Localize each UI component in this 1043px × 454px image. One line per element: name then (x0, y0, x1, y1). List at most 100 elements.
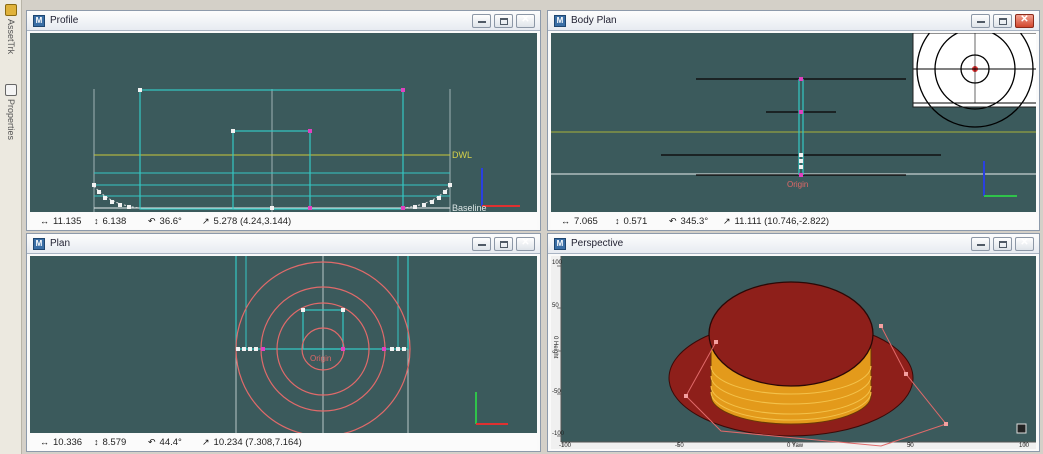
maximize-button[interactable] (993, 14, 1012, 28)
close-icon: ✕ (1020, 237, 1029, 248)
height-arrows-icon: ↕ (94, 216, 99, 226)
perspective-viewport[interactable]: 100 50 0 Height -50 -100 -100 -50 0 Yaw … (551, 256, 1036, 449)
status-angle: ↶ 44.4° (148, 437, 192, 448)
minimize-button[interactable] (971, 237, 990, 251)
status-angle-value: 36.6° (159, 215, 182, 227)
plan-window: M Plan ✕ Origin ↔ 10.336 ↕ 8.579 ↶ 44.4°… (26, 233, 541, 452)
window-app-icon: M (33, 15, 45, 27)
distance-diagonal-icon: ↗ (202, 215, 210, 226)
height-arrows-icon: ↕ (94, 437, 99, 447)
properties-icon (5, 84, 17, 96)
status-angle-value: 345.3° (680, 215, 709, 227)
status-distance: ↗ 5.278 (4.24,3.144) (202, 216, 291, 227)
close-button[interactable]: ✕ (1015, 14, 1034, 28)
status-distance-value: 5.278 (4.24,3.144) (213, 215, 292, 227)
status-angle-value: 44.4° (159, 436, 182, 448)
width-arrows-icon: ↔ (40, 216, 49, 226)
sidebar-tab-label: AssetTrk (6, 19, 16, 55)
distance-diagonal-icon: ↗ (202, 436, 210, 447)
ruler-bottom-tick: -100 (559, 443, 572, 449)
window-controls: ✕ (472, 237, 535, 251)
sidebar-tab-properties[interactable]: Properties (3, 84, 19, 140)
close-button[interactable]: ✕ (516, 237, 535, 251)
status-distance-value: 10.234 (7.308,7.164) (213, 436, 302, 448)
plan-viewport[interactable]: Origin (30, 256, 537, 433)
angle-rotate-icon: ↶ (669, 215, 677, 226)
status-width: ↔ 7.065 (561, 216, 605, 227)
dock-sidebar: AssetTrk Properties (0, 0, 22, 454)
status-width: ↔ 11.135 (40, 216, 84, 227)
status-angle: ↶ 36.6° (148, 216, 192, 227)
maximize-icon (500, 18, 508, 25)
body-plan-viewport[interactable]: Origin (551, 33, 1036, 212)
maximize-button[interactable] (494, 14, 513, 28)
ruler-bottom-tick: 0 Yaw (787, 443, 804, 449)
window-controls: ✕ (971, 237, 1034, 251)
ruler-bottom-tick: -50 (675, 443, 684, 449)
maximize-icon (999, 18, 1007, 25)
origin-label: Origin (310, 354, 332, 363)
status-height-value: 6.138 (102, 215, 127, 227)
plan-titlebar[interactable]: M Plan ✕ (27, 234, 540, 254)
profile-titlebar[interactable]: M Profile ✕ (27, 11, 540, 31)
window-title: Plan (50, 238, 71, 249)
close-button[interactable]: ✕ (516, 14, 535, 28)
distance-diagonal-icon: ↗ (723, 215, 731, 226)
angle-rotate-icon: ↶ (148, 436, 156, 447)
window-title: Profile (50, 15, 79, 26)
status-width-value: 10.336 (53, 436, 83, 448)
width-arrows-icon: ↔ (561, 216, 570, 226)
status-height-value: 8.579 (102, 436, 127, 448)
close-icon: ✕ (521, 237, 530, 248)
minimize-icon (977, 244, 985, 246)
ruler-bottom-tick: 50 (907, 443, 914, 449)
height-arrows-icon: ↕ (615, 216, 620, 226)
close-button[interactable]: ✕ (1015, 237, 1034, 251)
window-controls: ✕ (472, 14, 535, 28)
maximize-icon (500, 241, 508, 248)
ruler-left-tick: 0 Height (552, 336, 558, 359)
status-distance-value: 11.111 (10.746,-2.822) (734, 215, 830, 227)
maximize-button[interactable] (494, 237, 513, 251)
window-title: Perspective (571, 238, 624, 249)
width-arrows-icon: ↔ (40, 437, 49, 447)
baseline-label: Baseline (452, 203, 487, 212)
status-width-value: 7.065 (574, 215, 598, 227)
maximize-icon (999, 241, 1007, 248)
minimize-icon (478, 244, 486, 246)
asset-tracker-icon (5, 4, 17, 16)
dwl-label: DWL (452, 150, 472, 160)
window-app-icon: M (554, 238, 566, 250)
sidebar-tab-assettrk[interactable]: AssetTrk (3, 4, 19, 54)
origin-label: Origin (787, 180, 809, 189)
profile-geometry (92, 88, 520, 212)
status-width: ↔ 10.336 (40, 437, 84, 448)
body-plan-titlebar[interactable]: M Body Plan ✕ (548, 11, 1039, 31)
minimize-button[interactable] (472, 14, 491, 28)
window-controls: ✕ (971, 14, 1034, 28)
minimize-icon (478, 21, 486, 23)
ruler-left-tick: 50 (552, 303, 559, 309)
close-icon: ✕ (1020, 14, 1029, 25)
perspective-titlebar[interactable]: M Perspective ✕ (548, 234, 1039, 254)
perspective-geometry (551, 256, 1036, 449)
window-title: Body Plan (571, 15, 617, 26)
angle-rotate-icon: ↶ (148, 215, 156, 226)
minimize-icon (977, 21, 985, 23)
app-root: AssetTrk Properties M Profile ✕ DWL Base… (0, 0, 1043, 454)
profile-window: M Profile ✕ DWL Baseline ↔ 11.135 ↕ 6.13… (26, 10, 541, 231)
minimize-button[interactable] (971, 14, 990, 28)
ruler-left-tick: -100 (552, 431, 565, 437)
window-app-icon: M (33, 238, 45, 250)
profile-viewport[interactable]: DWL Baseline (30, 33, 537, 212)
perspective-window: M Perspective ✕ 100 50 0 Height -50 -100… (547, 233, 1040, 452)
maximize-button[interactable] (993, 237, 1012, 251)
body-plan-statusbar: ↔ 7.065 ↕ 0.571 ↶ 345.3° ↗ 11.111 (10.746,-2… (551, 213, 1036, 229)
status-height: ↕ 6.138 (94, 216, 138, 227)
minimize-button[interactable] (472, 237, 491, 251)
profile-statusbar: ↔ 11.135 ↕ 6.138 ↶ 36.6° ↗ 5.278 (4.24,3.144… (30, 213, 537, 229)
close-icon: ✕ (521, 14, 530, 25)
ruler-left-tick: 100 (552, 260, 563, 266)
sidebar-tab-label: Properties (6, 99, 16, 141)
status-angle: ↶ 345.3° (669, 216, 713, 227)
